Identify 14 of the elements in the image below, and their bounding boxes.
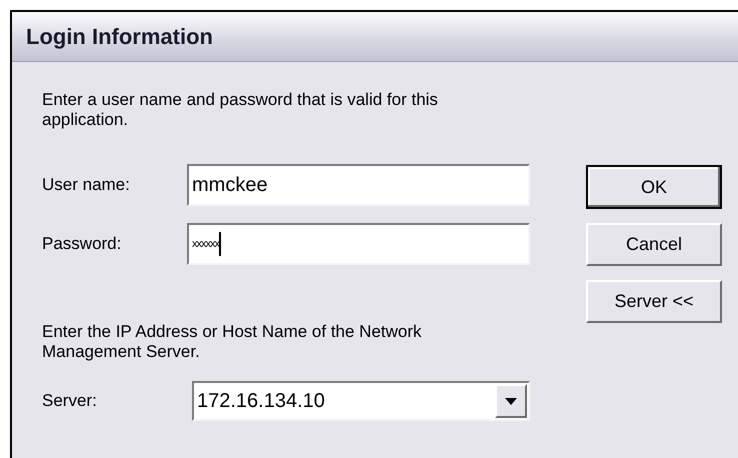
server-button[interactable]: Server << [586, 280, 722, 323]
server-instruction-text: Enter the IP Address or Host Name of the Network Management Server. [42, 322, 423, 362]
dropdown-button[interactable] [495, 384, 527, 418]
dropdown-arrow-icon [505, 398, 517, 404]
cancel-button[interactable]: Cancel [586, 223, 722, 266]
password-field[interactable]: xxxxxx [187, 223, 530, 265]
field-label: Password: [42, 233, 122, 256]
username-field[interactable]: mmckee [187, 164, 530, 206]
window-title: Login Information [26, 23, 213, 51]
field-label: User name: [42, 174, 131, 196]
instruction-text: Enter a user name and password that is valid for this application. [42, 90, 439, 130]
ok-button[interactable]: OK [586, 165, 722, 209]
server-combo-box[interactable]: 172.16.134.10 [192, 381, 530, 421]
server-label: Server: [42, 390, 98, 412]
